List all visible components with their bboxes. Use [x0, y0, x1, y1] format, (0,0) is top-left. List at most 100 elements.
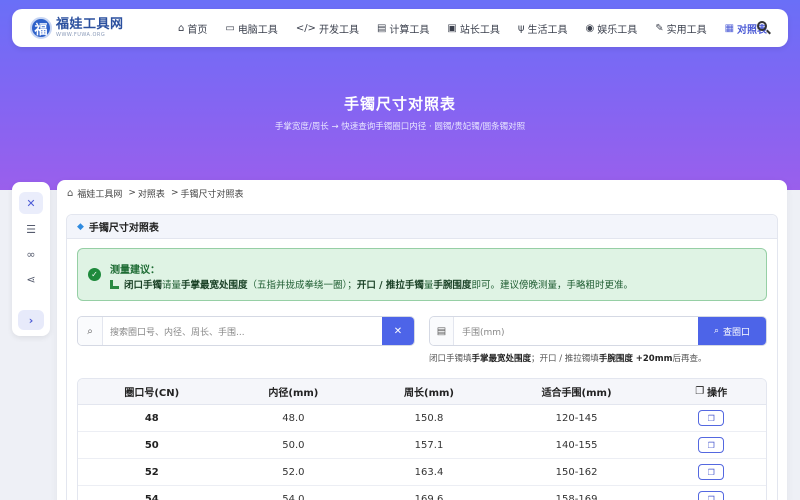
nav-item-label: 实用工具 — [666, 24, 707, 36]
page-title: 手镯尺寸对照表 — [343, 95, 456, 113]
hand-size-lookup: ▤ 手围(mm) ⌕ 查圈口 — [429, 316, 767, 346]
nav-item-fun-tools[interactable]: ◉ 娱乐工具 — [585, 9, 647, 47]
search-icon: ⌕ — [713, 326, 720, 336]
cell-diameter: 52.0 — [282, 466, 305, 478]
nav-item-label: 开发工具 — [318, 24, 359, 36]
tool-panel: ◆ 手镯尺寸对照表 ✓ 测量建议： 闭口手镯请量手掌最宽处围度（五指并拢成拳绕一… — [66, 214, 778, 500]
nav-item-label: 娱乐工具 — [597, 24, 638, 36]
nav-item-webmaster-tools[interactable]: ▣ 站长工具 — [447, 9, 509, 47]
nav-item-label: 站长工具 — [459, 24, 500, 36]
copy-icon: ❐ — [695, 386, 705, 397]
size-table: 圈口号(CN) 内径(mm) 周长(mm) 适合手围(mm) ❐ 操作 48 48… — [77, 378, 767, 500]
copy-row-button[interactable]: ❐ — [698, 410, 725, 426]
column-header[interactable]: 适合手围(mm) — [497, 379, 657, 404]
column-header: ❐ 操作 — [695, 386, 728, 399]
lookup-size-button[interactable]: ⌕ 查圈口 — [698, 317, 766, 345]
logo-name: 福娃工具网 — [56, 17, 124, 32]
lookup-size-label: 查圈口 — [723, 327, 751, 338]
cell-circumference: 157.1 — [414, 439, 444, 451]
cell-hand: 158-169 — [555, 493, 598, 500]
copy-row-button[interactable]: ❐ — [698, 437, 725, 453]
main-content: ⌂ 福娃工具网 > 对照表 > 手镯尺寸对照表 ◆ 手镯尺寸对照表 ✓ 测量建议… — [57, 180, 787, 500]
home-icon: ⌂ — [178, 22, 185, 34]
utensils-icon: ψ — [517, 22, 525, 34]
cell-size: 48 — [144, 412, 159, 424]
calculator-icon: ▤ — [430, 317, 454, 345]
site-logo[interactable]: 福 福娃工具网 WWW.FUWA.ORG — [30, 17, 150, 39]
clear-search-button[interactable]: ✕ — [382, 317, 414, 345]
home-icon[interactable]: ⌂ — [67, 188, 73, 199]
page-subtitle: 手掌宽度/周长 → 快速查询手镯圈口内径 · 圆镯/贵妃镯/圆条镯对照 — [274, 122, 526, 132]
table-row: 52 52.0 163.4 150-162 ❐ — [78, 459, 766, 486]
nav-item-practical-tools[interactable]: ✎ 实用工具 — [655, 9, 716, 47]
hand-circumference-input[interactable]: 手围(mm) — [462, 325, 505, 338]
breadcrumb-home[interactable]: 福娃工具网 — [77, 187, 122, 200]
breadcrumb-current: 手镯尺寸对照表 — [180, 189, 244, 200]
panel-header: ◆ 手镯尺寸对照表 — [67, 215, 777, 239]
cell-size: 50 — [144, 439, 159, 451]
tools-icon[interactable]: ✕ — [19, 192, 43, 214]
nav-item-label: 生活工具 — [527, 24, 568, 36]
table-row: 50 50.0 157.1 140-155 ❐ — [78, 432, 766, 459]
nav-item-home[interactable]: ⌂ 首页 — [178, 9, 217, 47]
cell-hand: 120-145 — [555, 412, 598, 424]
share-icon[interactable]: ⋖ — [19, 268, 43, 290]
link-icon[interactable]: ∞ — [19, 243, 43, 265]
table-search: ⌕ 搜索圈口号、内径、周长、手围... ✕ — [77, 316, 415, 346]
breadcrumb-separator: > — [128, 188, 136, 198]
breadcrumb-level2[interactable]: 对照表 — [138, 187, 165, 200]
cell-diameter: 48.0 — [282, 412, 305, 424]
nav-item-dev-tools[interactable]: </> 开发工具 — [296, 9, 369, 47]
nav-item-label: 电脑工具 — [237, 24, 278, 36]
nav-item-label: 首页 — [187, 24, 208, 36]
top-navbar: 福 福娃工具网 WWW.FUWA.ORG ⌂ 首页 ▭ 电脑工具 </> 开发工… — [12, 9, 788, 47]
code-icon: </> — [295, 22, 316, 34]
tip-body: 闭口手镯请量手掌最宽处围度（五指并拢成拳绕一圈）；开口 / 推拉手镯量手腕围度即… — [110, 277, 633, 291]
cell-hand: 140-155 — [555, 439, 598, 451]
column-header[interactable]: 周长(mm) — [361, 379, 497, 404]
nav-item-calc-tools[interactable]: ▤ 计算工具 — [377, 9, 439, 47]
cell-circumference: 169.6 — [414, 493, 444, 500]
monitor-icon: ▭ — [225, 22, 235, 34]
check-circle-icon: ✓ — [88, 268, 101, 281]
copy-row-button[interactable]: ❐ — [698, 464, 725, 480]
nav-menu: ⌂ 首页 ▭ 电脑工具 </> 开发工具 ▤ 计算工具 ▣ 站长工具 ψ 生活工… — [178, 9, 785, 47]
logo-url: WWW.FUWA.ORG — [56, 32, 106, 38]
cell-diameter: 54.0 — [282, 493, 305, 500]
toolbox-icon: ▣ — [447, 22, 457, 34]
column-header[interactable]: 内径(mm) — [226, 379, 362, 404]
tip-title: 测量建议： — [110, 265, 160, 276]
column-header[interactable]: 圈口号(CN) — [78, 379, 226, 404]
breadcrumb-separator: > — [170, 188, 179, 198]
cell-size: 54 — [144, 493, 159, 500]
lookup-hint: 闭口手镯填手掌最宽处围度；开口 / 推拉镯填手腕围度 +20mm后再查。 — [429, 354, 707, 364]
flag-icon — [110, 280, 119, 289]
cell-size: 52 — [144, 466, 159, 478]
search-icon: ⌕ — [78, 317, 103, 345]
table-row: 48 48.0 150.8 120-145 ❐ — [78, 405, 766, 432]
copy-row-button[interactable]: ❐ — [698, 491, 725, 500]
table-row: 54 54.0 169.6 158-169 ❐ — [78, 486, 766, 500]
cell-hand: 150-162 — [555, 466, 598, 478]
gem-icon: ◆ — [77, 221, 84, 232]
nav-item-computer-tools[interactable]: ▭ 电脑工具 — [225, 9, 287, 47]
left-sidebar: ✕ ☰ ∞ ⋖ › — [12, 182, 50, 336]
measure-tip: ✓ 测量建议： 闭口手镯请量手掌最宽处围度（五指并拢成拳绕一圈）；开口 / 推拉… — [77, 248, 767, 301]
cell-circumference: 150.8 — [414, 412, 444, 424]
nav-item-life-tools[interactable]: ψ 生活工具 — [518, 9, 578, 47]
nav-item-label: 计算工具 — [389, 24, 430, 36]
search-icon[interactable] — [756, 20, 772, 36]
wrench-icon: ✎ — [655, 22, 664, 34]
search-input[interactable]: 搜索圈口号、内径、周长、手围... — [110, 325, 245, 338]
cell-circumference: 163.4 — [414, 466, 444, 478]
cell-diameter: 50.0 — [282, 439, 305, 451]
table-header: 圈口号(CN) 内径(mm) 周长(mm) 适合手围(mm) ❐ 操作 — [78, 379, 766, 405]
breadcrumb: ⌂ 福娃工具网 > 对照表 > 手镯尺寸对照表 — [67, 184, 244, 202]
calculator-icon: ▤ — [376, 22, 387, 34]
table-icon: ▦ — [724, 22, 735, 34]
gamepad-icon: ◉ — [585, 22, 595, 34]
logo-mark: 福 — [30, 17, 52, 39]
list-icon[interactable]: ☰ — [19, 218, 43, 240]
panel-title: 手镯尺寸对照表 — [88, 223, 159, 234]
chevron-right-icon[interactable]: › — [18, 310, 44, 330]
